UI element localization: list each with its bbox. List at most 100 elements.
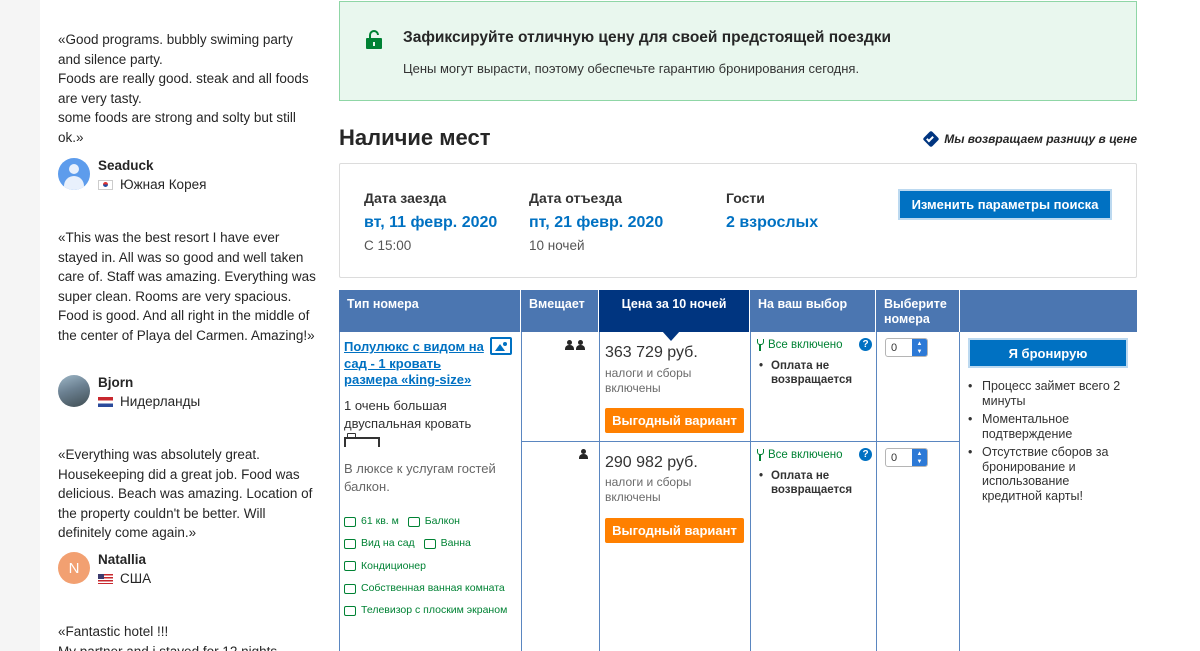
facility-flat-tv: Телевизор с плоским экраном [344,601,507,621]
review-card: «Everything was absolutely great. Housek… [58,445,318,543]
select-arrows-icon: ▲ ▼ [912,339,927,356]
author-country: Нидерланды [98,394,200,410]
avatar [58,158,90,190]
checkin-block: Дата заезда вт, 11 февр. 2020 С 15:00 [364,190,497,253]
select-arrows-icon: ▲ ▼ [912,449,927,466]
review-text: «This was the best resort I have ever st… [58,230,316,343]
review-text: «Fantastic hotel !!! My partner and i st… [58,624,277,651]
header-book [960,290,1137,332]
price-header-pointer [662,331,680,341]
one-guest-icon [579,449,588,459]
reviews-column: «Good programs. bubbly swiming party and… [58,0,318,651]
room-quantity-select[interactable]: 0 ▲ ▼ [885,338,928,357]
good-deal-badge: Выгодный вариант [605,518,744,543]
price-taxes-note: налоги и сборы включены [605,366,692,395]
snowflake-icon [344,561,356,572]
benefit-item: Отсутствие сборов за бронирование и испо… [968,445,1128,503]
option-price: 363 729 руб. [605,344,698,361]
left-background-strip [0,0,40,651]
photo-gallery-icon[interactable] [490,337,512,355]
netherlands-flag-icon [98,397,113,407]
column-divider [959,332,960,651]
bed-description: 1 очень большая двуспальная кровать [344,398,472,431]
price-tag-check-icon [922,130,940,148]
avatar [58,375,90,407]
good-deal-badge: Выгодный вариант [605,408,744,433]
checkin-time: С 15:00 [364,238,412,253]
review-card: «Fantastic hotel !!! My partner and i st… [58,622,318,651]
garden-view-icon [344,539,356,549]
tv-icon [344,605,356,616]
unlock-icon [366,30,382,49]
header-select-rooms: Выберите номера [876,290,960,332]
checkout-block: Дата отъезда пт, 21 февр. 2020 10 ночей [529,190,663,253]
table-header: Тип номера Вмещает Цена за 10 ночей На в… [339,290,1137,332]
meal-icon [756,449,764,461]
review-card: «Good programs. bubbly swiming party and… [58,30,318,148]
availability-title: Наличие мест [339,125,491,150]
review-author: N Natallia США [58,552,151,587]
review-text: «Everything was absolutely great. Housek… [58,447,313,541]
all-inclusive-label: Все включено [756,449,843,461]
info-icon[interactable]: ? [859,338,872,351]
facility-bathtub: Ванна [423,534,471,554]
column-divider [339,332,340,651]
room-quantity-select[interactable]: 0 ▲ ▼ [885,448,928,467]
nights-count: 10 ночей [529,238,585,253]
change-search-button[interactable]: Изменить параметры поиска [898,189,1112,220]
avatar: N [58,552,90,584]
non-refundable-policy: Оплата не возвращается [759,360,864,387]
room-facilities: 61 кв. м Балкон Вид на сад Ванна Кондици… [344,512,519,623]
facility-air-conditioning: Кондиционер [344,557,426,577]
author-name: Seaduck [98,158,154,173]
balcony-icon [407,516,420,527]
author-name: Natallia [98,552,147,567]
booking-benefits: Процесс займет всего 2 минуты Моментальн… [968,379,1128,507]
room-name-link[interactable]: Полулюкс с видом на сад - 1 кровать разм… [344,339,489,389]
bathroom-icon [344,583,356,594]
room-description: В люксе к услугам гостей балкон. [344,461,496,494]
header-price: Цена за 10 ночей [599,290,750,332]
price-lock-banner: Зафиксируйте отличную цену для своей пре… [339,1,1137,101]
price-match-label: Мы возвращаем разницу в цене [944,132,1137,146]
column-divider [876,332,877,651]
checkout-date[interactable]: пт, 21 февр. 2020 [529,214,663,232]
review-author: Bjorn Нидерланды [58,375,200,410]
checkin-date[interactable]: вт, 11 февр. 2020 [364,214,497,232]
row-divider [521,441,959,442]
price-match-note[interactable]: Мы возвращаем разницу в цене [922,130,1137,148]
two-guests-icon [565,340,585,350]
checkout-label: Дата отъезда [529,190,622,206]
column-divider [599,332,600,651]
facility-balcony: Балкон [407,512,460,532]
option-price: 290 982 руб. [605,454,698,471]
non-refundable-policy: Оплата не возвращается [759,470,864,497]
reserve-button[interactable]: Я бронирую [968,338,1128,368]
search-summary: Дата заезда вт, 11 февр. 2020 С 15:00 Да… [339,163,1137,278]
meal-icon [756,339,764,351]
column-divider [750,332,751,651]
author-country: Южная Корея [98,177,206,193]
korea-flag-icon [98,180,113,190]
header-room-type: Тип номера [339,290,521,332]
column-divider [521,332,522,651]
room-table: Тип номера Вмещает Цена за 10 ночей На в… [339,290,1137,651]
checkin-label: Дата заезда [364,190,447,206]
all-inclusive-label: Все включено [756,339,843,351]
guests-value[interactable]: 2 взрослых [726,214,818,232]
review-author: Seaduck Южная Корея [58,158,206,193]
author-name: Bjorn [98,375,134,390]
header-choice: На ваш выбор [750,290,876,332]
info-icon[interactable]: ? [859,448,872,461]
banner-title: Зафиксируйте отличную цену для своей пре… [403,29,891,46]
guests-label: Гости [726,190,765,206]
area-icon [344,516,356,527]
price-taxes-note: налоги и сборы включены [605,475,692,504]
double-bed-icon [344,433,380,447]
author-country: США [98,571,151,587]
review-text: «Good programs. bubbly swiming party and… [58,32,309,145]
facility-garden-view: Вид на сад [344,534,415,554]
facility-area: 61 кв. м [344,512,399,532]
banner-subtitle: Цены могут вырасти, поэтому обеспечьте г… [403,61,860,76]
benefit-item: Моментальное подтверждение [968,412,1128,441]
